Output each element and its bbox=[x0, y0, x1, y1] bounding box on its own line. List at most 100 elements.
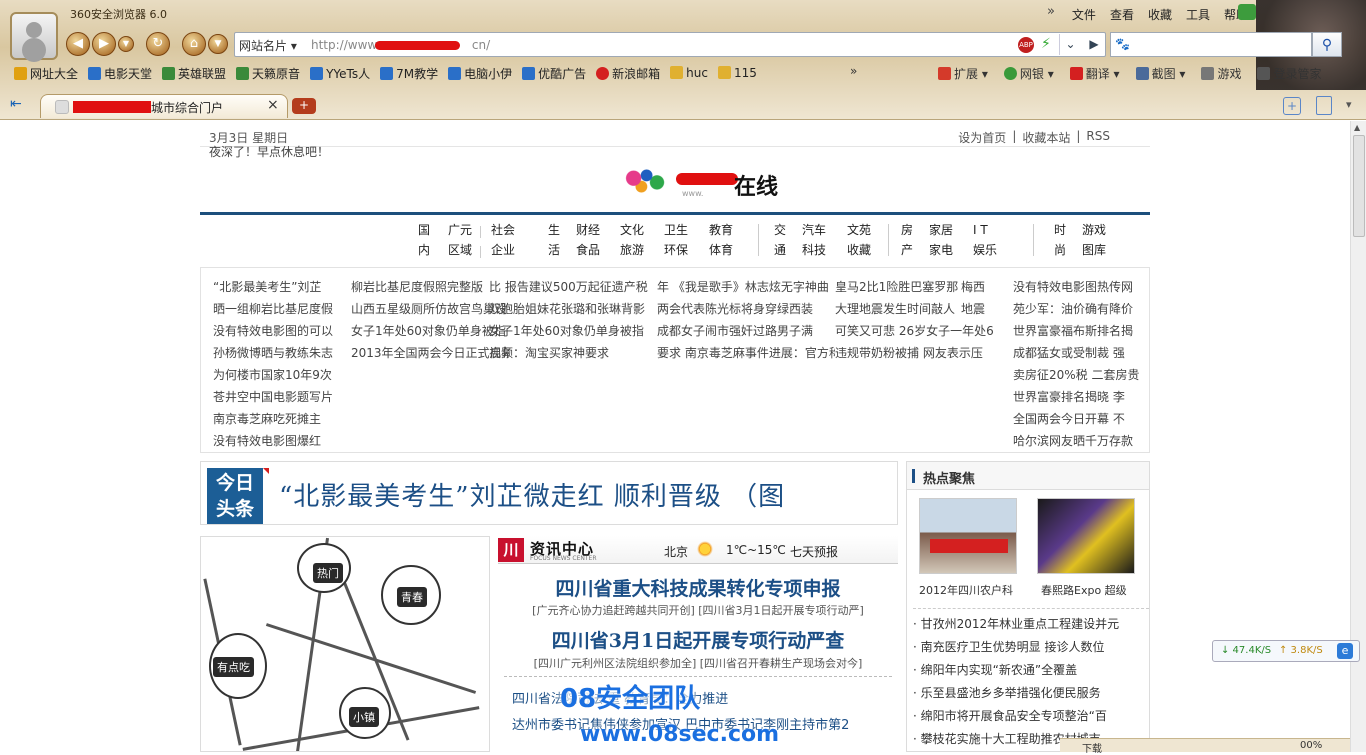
photo-caption[interactable]: 2012年四川农户科 bbox=[919, 582, 1013, 598]
nav-link[interactable]: 卫生 bbox=[664, 220, 688, 240]
list-item[interactable]: · 甘孜州2012年林业重点工程建设并元 bbox=[913, 613, 1149, 636]
set-homepage-link[interactable]: 设为首页 bbox=[958, 129, 1006, 146]
home-dropdown-button[interactable]: ▼ bbox=[208, 34, 228, 54]
top-story-link[interactable]: 四川省3月1日起开展专项行动严查 bbox=[498, 626, 898, 653]
zoom-level[interactable]: 00% bbox=[1300, 740, 1322, 751]
map-image[interactable]: 热门 青春 有点吃 小镇 bbox=[200, 536, 490, 752]
download-status[interactable]: 下载 bbox=[1082, 740, 1102, 755]
nav-link[interactable]: 收藏 bbox=[847, 240, 871, 260]
nav-link[interactable]: 体育 bbox=[709, 240, 733, 260]
nav-link[interactable]: 图库 bbox=[1082, 240, 1106, 260]
news-link[interactable]: 两会代表陈光标将身穿绿西装 bbox=[657, 298, 835, 320]
list-item[interactable]: · 乐至县盛池乡多举措强化便民服务 bbox=[913, 682, 1149, 705]
bookmark-item[interactable]: 电脑小伊 bbox=[448, 65, 512, 82]
close-tab-icon[interactable]: × bbox=[267, 97, 279, 113]
site-card-label[interactable]: 网站名片 ▾ bbox=[239, 37, 297, 54]
news-link[interactable]: “北影最美考生”刘芷 bbox=[213, 276, 343, 298]
photo-farmers[interactable] bbox=[919, 498, 1017, 574]
speed-mode-icon[interactable]: ⚡ bbox=[1041, 36, 1051, 52]
menu-tools[interactable]: 工具 bbox=[1186, 6, 1210, 23]
translate-button[interactable]: 翻译 ▾ bbox=[1069, 65, 1120, 82]
scroll-up-icon[interactable]: ▲ bbox=[1354, 123, 1360, 132]
news-link[interactable]: 没有特效电影图热传网 bbox=[1013, 276, 1147, 298]
list-item[interactable]: · 绵阳市将开展食品安全专项整治“百 bbox=[913, 705, 1149, 728]
more-bookmarks-button[interactable]: » bbox=[850, 64, 857, 78]
new-tab-button[interactable]: + bbox=[292, 98, 316, 114]
bookmark-item[interactable]: 英雄联盟 bbox=[162, 65, 226, 82]
related-links[interactable]: [四川广元利州区法院组织参加全] [四川省召开春耕生产现场会对今] bbox=[498, 655, 898, 671]
list-item[interactable]: · 绵阳年内实现“新农通”全覆盖 bbox=[913, 659, 1149, 682]
top-story-link[interactable]: 四川省重大科技成果转化专项申报 bbox=[498, 574, 898, 601]
photo-expo[interactable] bbox=[1037, 498, 1135, 574]
bookmark-item[interactable]: 优酷广告 bbox=[522, 65, 586, 82]
search-button[interactable]: ⚲ bbox=[1312, 32, 1342, 57]
news-link[interactable]: 2013年全国两会今日正式启幕 bbox=[351, 342, 509, 364]
nav-link[interactable]: 食品 bbox=[576, 240, 600, 260]
list-item[interactable]: · 南充医疗卫生优势明显 接诊人数位 bbox=[913, 636, 1149, 659]
nav-link[interactable]: 企业 bbox=[491, 240, 515, 260]
news-link[interactable]: 梅西 bbox=[961, 276, 991, 298]
home-button[interactable]: ⌂ bbox=[182, 32, 206, 56]
news-link[interactable]: 卖房征20%税 二套房贵 bbox=[1013, 364, 1147, 386]
adblock-icon[interactable]: ABP bbox=[1018, 37, 1034, 53]
news-link[interactable]: 山西五星级厕所仿故宫鸟巢设 bbox=[351, 298, 509, 320]
news-link[interactable]: 违规带奶粉被捕 网友表示压 bbox=[835, 342, 993, 364]
nav-link[interactable]: 旅游 bbox=[620, 240, 644, 260]
trash-icon[interactable] bbox=[1316, 96, 1332, 115]
bookmark-item[interactable]: 网址大全 bbox=[14, 65, 78, 82]
search-engine-icon[interactable]: 🐾 bbox=[1115, 37, 1130, 51]
menu-view[interactable]: 查看 bbox=[1110, 6, 1134, 23]
news-link[interactable]: 哈尔滨网友晒千万存款 bbox=[1013, 430, 1147, 452]
bookmark-folder[interactable]: huc bbox=[670, 66, 708, 80]
nav-link[interactable]: 家电 bbox=[929, 240, 953, 260]
nav-link[interactable]: 财经 bbox=[576, 220, 600, 240]
news-link[interactable]: 女子1年处60对象仍单身被指 bbox=[489, 320, 669, 342]
seven-day-forecast-link[interactable]: 七天预报 bbox=[790, 543, 838, 560]
news-link[interactable]: 要求 南京毒芝麻事件进展：官方称 bbox=[657, 342, 835, 364]
news-link[interactable]: 柳岩比基尼度假照完整版 bbox=[351, 276, 509, 298]
nav-link[interactable]: 环保 bbox=[664, 240, 688, 260]
nav-link[interactable]: 教育 bbox=[709, 220, 733, 240]
skin-shirt-icon[interactable] bbox=[1238, 4, 1256, 20]
menu-chevron-icon[interactable]: » bbox=[1047, 4, 1055, 19]
search-input[interactable]: 🐾 bbox=[1110, 32, 1312, 57]
nav-link[interactable]: 文化 bbox=[620, 220, 644, 240]
back-button[interactable]: ◀ bbox=[66, 32, 90, 56]
restore-tab-icon[interactable]: + bbox=[1283, 97, 1301, 115]
tab-active[interactable]: 城市综合门户 × bbox=[40, 94, 288, 118]
bookmark-item[interactable]: 电影天堂 bbox=[88, 65, 152, 82]
news-link[interactable]: 比 报告建议500万起征遗产税 bbox=[489, 276, 669, 298]
site-logo[interactable]: 在线 www. bbox=[616, 163, 806, 200]
news-link[interactable]: 没有特效电影图的可以 bbox=[213, 320, 343, 342]
bookmark-item[interactable]: 新浪邮箱 bbox=[596, 65, 660, 82]
forward-button[interactable]: ▶ bbox=[92, 32, 116, 56]
news-link[interactable]: 全国两会今日开幕 不 bbox=[1013, 408, 1147, 430]
nav-link[interactable]: 文苑 bbox=[847, 220, 871, 240]
network-speed-widget[interactable]: ↓ 47.4K/S ↑ 3.8K/S e bbox=[1212, 640, 1360, 662]
news-link[interactable]: 双胞胎姐妹花张璐和张琳背影 bbox=[489, 298, 669, 320]
photo-caption[interactable]: 春熙路Expo 超级 bbox=[1041, 582, 1127, 598]
news-link[interactable]: 可笑又可悲 26岁女子一年处6 bbox=[835, 320, 993, 342]
user-avatar[interactable] bbox=[10, 12, 58, 60]
news-link[interactable]: 没有特效电影图爆红 bbox=[213, 430, 343, 452]
bookmark-site-link[interactable]: 收藏本站 bbox=[1022, 129, 1070, 146]
refresh-button[interactable]: ↻ bbox=[146, 32, 170, 56]
history-dropdown-button[interactable]: ▼ bbox=[118, 36, 134, 52]
bookmark-item[interactable]: 7M教学 bbox=[380, 65, 438, 82]
news-link[interactable]: 南京毒芝麻吃死摊主 bbox=[213, 408, 343, 430]
news-link[interactable]: 世界富豪排名揭晓 李 bbox=[1013, 386, 1147, 408]
menu-favorites[interactable]: 收藏 bbox=[1148, 6, 1172, 23]
news-link[interactable]: 苑少军：油价确有降价 bbox=[1013, 298, 1147, 320]
go-button[interactable]: ▶ bbox=[1083, 34, 1105, 55]
nav-link[interactable]: 区域 bbox=[448, 240, 472, 260]
ie-icon[interactable]: e bbox=[1337, 643, 1353, 659]
nav-link[interactable]: 娱乐 bbox=[973, 240, 997, 260]
extensions-button[interactable]: 扩展 ▾ bbox=[938, 65, 988, 82]
address-bar[interactable]: 网站名片 ▾ http://www. cn/ ABP ⚡ ⌄ ▶ bbox=[234, 32, 1106, 57]
nav-link[interactable]: 汽车 bbox=[802, 220, 826, 240]
news-link[interactable]: 地震 bbox=[961, 298, 991, 320]
login-manager-button[interactable]: 登录管家 bbox=[1257, 65, 1321, 82]
games-button[interactable]: 游戏 bbox=[1201, 65, 1241, 82]
nav-link[interactable]: 社会 bbox=[491, 220, 515, 240]
nav-link[interactable]: 科技 bbox=[802, 240, 826, 260]
